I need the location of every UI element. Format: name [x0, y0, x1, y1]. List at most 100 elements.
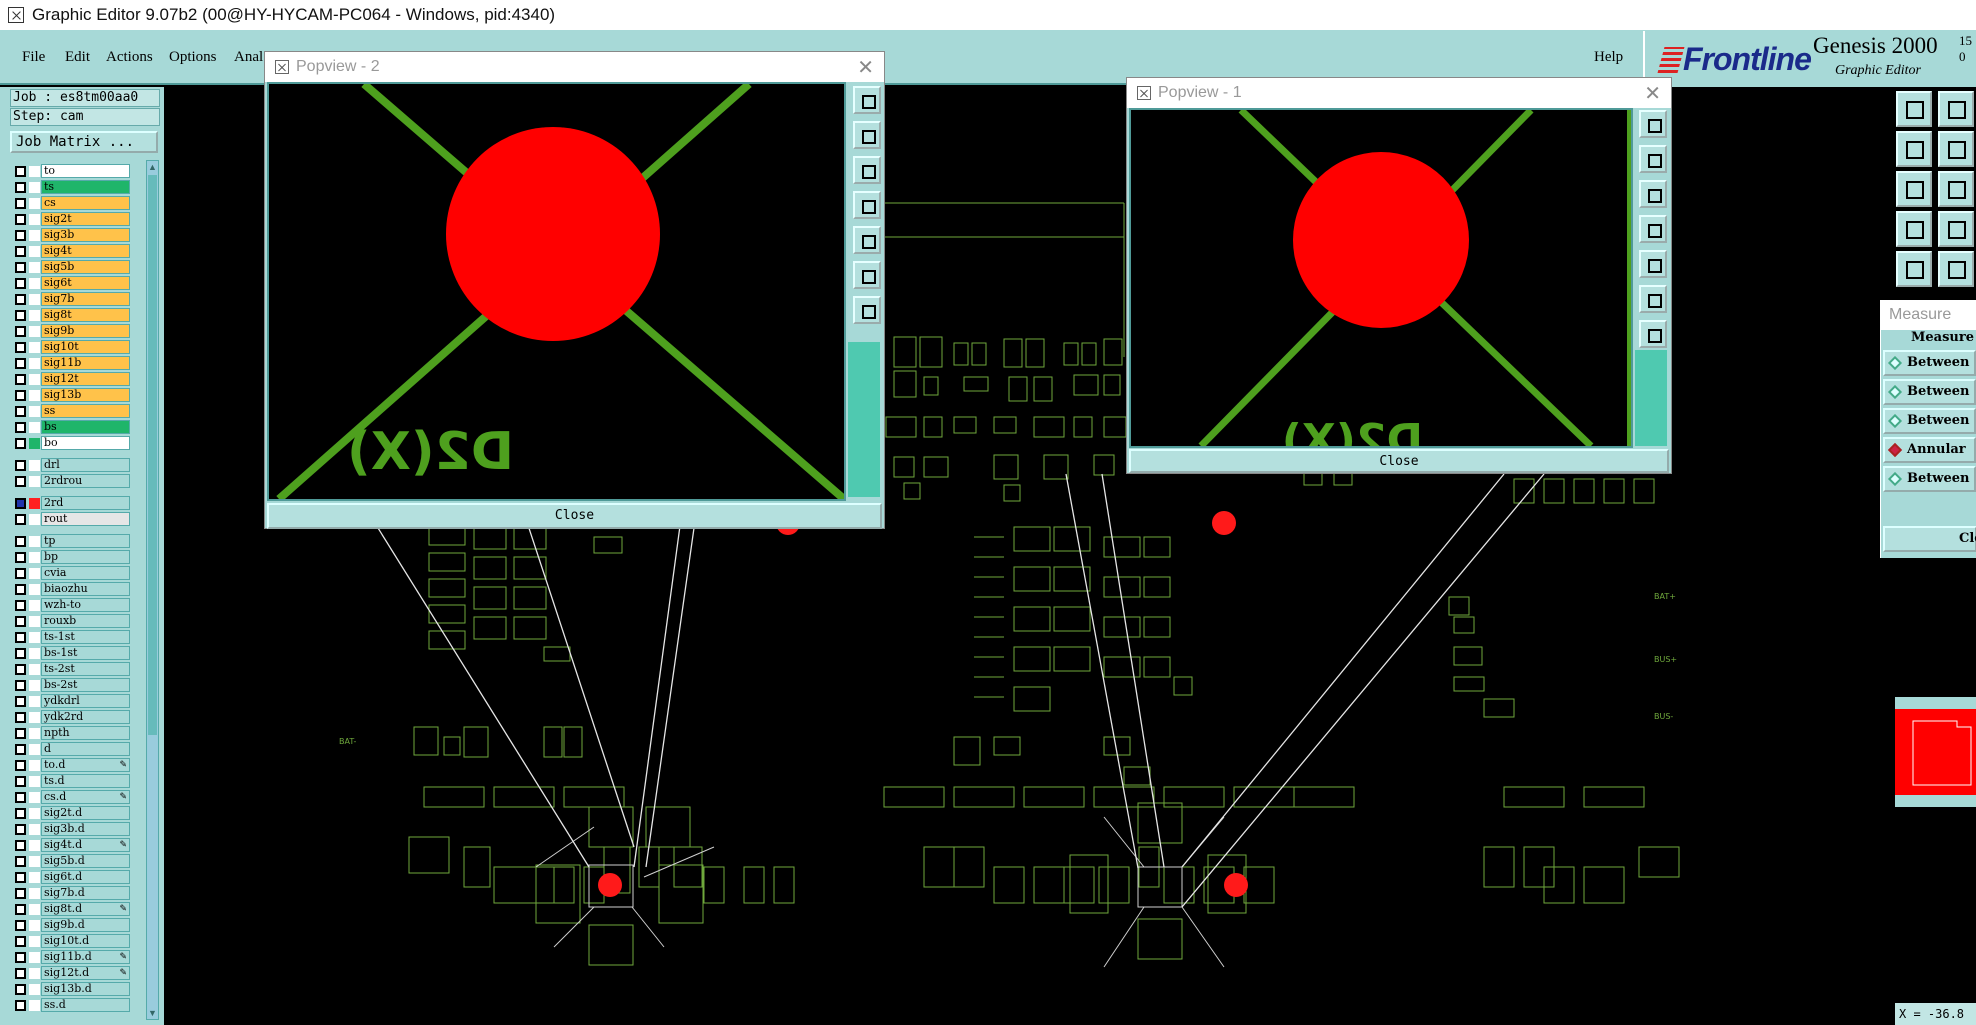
layer-row-sig5b[interactable]: sig5b [12, 259, 130, 275]
layer-row-cs-d[interactable]: cs.d ✎ [12, 789, 130, 805]
layer-checkbox[interactable] [15, 325, 26, 337]
layer-row-sig6t[interactable]: sig6t [12, 275, 130, 291]
menu-help[interactable]: Help [1594, 49, 1623, 66]
layer-checkbox[interactable] [15, 999, 26, 1011]
tool-i-icon[interactable] [1896, 251, 1932, 287]
layer-row-sig2t[interactable]: sig2t [12, 211, 130, 227]
tool-g-icon[interactable] [1896, 211, 1932, 247]
layer-checkbox[interactable] [15, 277, 26, 289]
layer-row-tp[interactable]: tp [12, 533, 130, 549]
menu-analysis[interactable]: Anal [234, 49, 263, 66]
measure-option-between-4[interactable]: Between [1883, 466, 1976, 492]
layer-checkbox[interactable] [15, 551, 26, 563]
menu-file[interactable]: File [22, 49, 45, 66]
layer-row-bs-2st[interactable]: bs-2st [12, 677, 130, 693]
layer-checkbox[interactable] [15, 919, 26, 931]
layer-row-rout[interactable]: rout [12, 511, 130, 527]
layer-checkbox[interactable] [15, 791, 26, 803]
layer-checkbox[interactable] [15, 887, 26, 899]
layer-checkbox[interactable] [15, 165, 26, 177]
tool-e-icon[interactable] [1896, 171, 1932, 207]
layer-checkbox[interactable] [15, 871, 26, 883]
layer-row-wzh-to[interactable]: wzh-to [12, 597, 130, 613]
pan-up-icon[interactable] [1639, 145, 1667, 173]
tool-f-icon[interactable] [1938, 171, 1974, 207]
scroll-up-icon[interactable]: ▲ [147, 161, 158, 173]
layer-checkbox[interactable] [15, 341, 26, 353]
layer-checkbox[interactable] [15, 405, 26, 417]
layer-row-ts-2st[interactable]: ts-2st [12, 661, 130, 677]
layer-row-to[interactable]: to [12, 163, 130, 179]
layer-checkbox[interactable] [15, 647, 26, 659]
layer-checkbox[interactable] [15, 421, 26, 433]
layer-checkbox[interactable] [15, 197, 26, 209]
layer-row-ts[interactable]: ts [12, 179, 130, 195]
layer-checkbox[interactable] [15, 775, 26, 787]
layer-row-sig13b[interactable]: sig13b [12, 387, 130, 403]
layer-checkbox[interactable] [15, 513, 26, 525]
scroll-down-icon[interactable]: ▼ [147, 1007, 158, 1019]
pan-left-icon[interactable] [1639, 215, 1667, 243]
layer-row-sig8t[interactable]: sig8t [12, 307, 130, 323]
layer-checkbox[interactable] [15, 759, 26, 771]
layer-row-to-d[interactable]: to.d ✎ [12, 757, 130, 773]
pan-right-icon[interactable] [1639, 250, 1667, 278]
zoom-out-icon[interactable] [853, 296, 881, 324]
layer-checkbox[interactable] [15, 631, 26, 643]
layer-row-sig9b-d[interactable]: sig9b.d [12, 917, 130, 933]
layer-row-sig6t-d[interactable]: sig6t.d [12, 869, 130, 885]
tool-c-icon[interactable] [1896, 131, 1932, 167]
layer-row-sig12t[interactable]: sig12t [12, 371, 130, 387]
layer-checkbox[interactable] [15, 583, 26, 595]
layer-checkbox[interactable] [15, 459, 26, 471]
layer-row-ydk2rd[interactable]: ydk2rd [12, 709, 130, 725]
layer-row-sig11b[interactable]: sig11b [12, 355, 130, 371]
layer-row-sig11b-d[interactable]: sig11b.d ✎ [12, 949, 130, 965]
popview-2-close-button[interactable]: Close [267, 503, 882, 529]
menu-edit[interactable]: Edit [65, 49, 90, 66]
layer-checkbox[interactable] [15, 245, 26, 257]
job-matrix-button[interactable]: Job Matrix ... [10, 131, 158, 153]
layer-row-sig4t[interactable]: sig4t [12, 243, 130, 259]
layer-checkbox[interactable] [15, 823, 26, 835]
tool-b-icon[interactable] [1938, 91, 1974, 127]
measure-close-button[interactable]: Clo [1883, 526, 1976, 552]
layer-checkbox[interactable] [15, 903, 26, 915]
tool-j-icon[interactable] [1938, 251, 1974, 287]
layer-checkbox[interactable] [15, 983, 26, 995]
layer-row-sig9b[interactable]: sig9b [12, 323, 130, 339]
layer-checkbox[interactable] [15, 475, 26, 487]
menu-actions[interactable]: Actions [106, 49, 153, 66]
layer-checkbox[interactable] [15, 807, 26, 819]
popview-2-viewport[interactable]: D2(X) [267, 82, 846, 501]
layer-checkbox[interactable] [15, 727, 26, 739]
layer-checkbox[interactable] [15, 567, 26, 579]
layer-row-d[interactable]: d [12, 741, 130, 757]
zoom-home-icon[interactable] [853, 86, 881, 114]
zoom-in-icon[interactable] [853, 261, 881, 289]
tool-a-icon[interactable] [1896, 91, 1932, 127]
layer-checkbox[interactable] [15, 663, 26, 675]
pan-down-icon[interactable] [1639, 180, 1667, 208]
layer-checkbox[interactable] [15, 213, 26, 225]
layer-row-sig13b-d[interactable]: sig13b.d [12, 981, 130, 997]
pan-down-icon[interactable] [853, 156, 881, 184]
layer-row-npth[interactable]: npth [12, 725, 130, 741]
layer-checkbox[interactable] [15, 695, 26, 707]
layer-checkbox[interactable] [15, 373, 26, 385]
layer-checkbox[interactable] [15, 839, 26, 851]
layer-checkbox[interactable] [15, 615, 26, 627]
layer-row-rouxb[interactable]: rouxb [12, 613, 130, 629]
layer-checkbox[interactable] [15, 229, 26, 241]
layer-row-ts-d[interactable]: ts.d [12, 773, 130, 789]
layer-row-2rdrou[interactable]: 2rdrou [12, 473, 130, 489]
zoom-out-icon[interactable] [1639, 320, 1667, 348]
layer-row-sig3b-d[interactable]: sig3b.d [12, 821, 130, 837]
layer-checkbox[interactable] [15, 535, 26, 547]
layer-row-drl[interactable]: drl [12, 457, 130, 473]
layer-row-sig5b-d[interactable]: sig5b.d [12, 853, 130, 869]
measure-option-between-2[interactable]: Between [1883, 408, 1976, 434]
layer-checkbox[interactable] [15, 951, 26, 963]
layer-checkbox[interactable] [15, 357, 26, 369]
layer-row-sig7b[interactable]: sig7b [12, 291, 130, 307]
